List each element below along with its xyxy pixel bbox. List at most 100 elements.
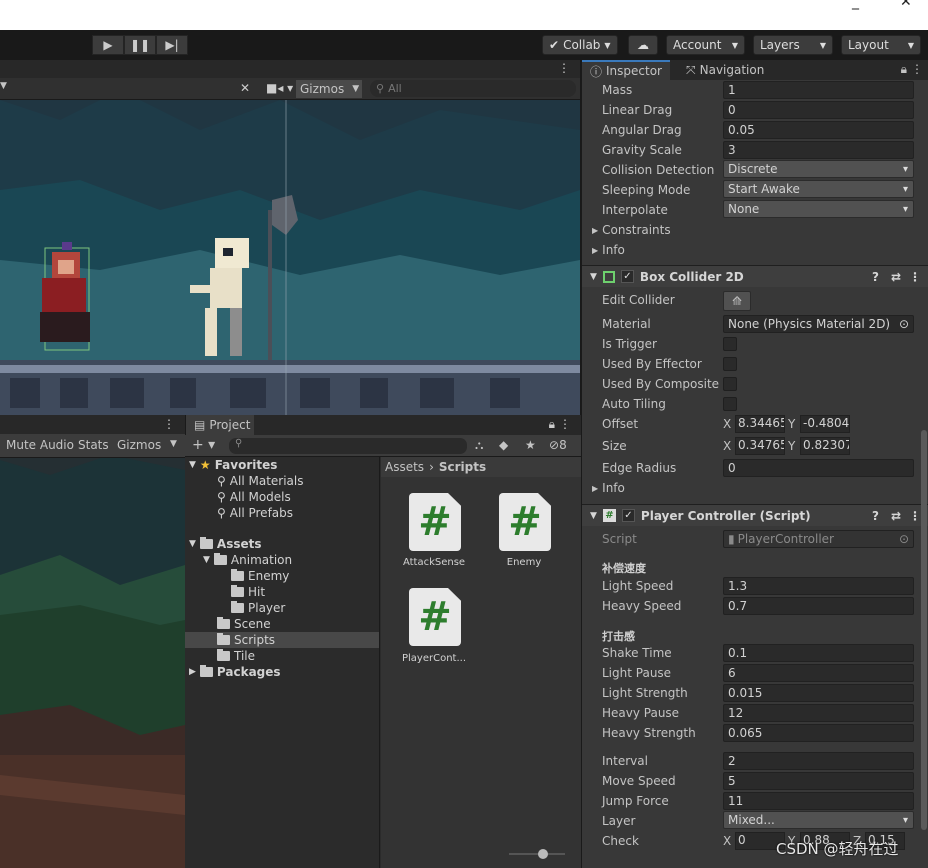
pause-button[interactable]: ❚❚ bbox=[124, 35, 156, 55]
material-field[interactable]: None (Physics Material 2D) ⊙ bbox=[723, 315, 914, 333]
tab-navigation[interactable]: ⤧ Navigation bbox=[678, 60, 772, 80]
sleeping-mode-dropdown[interactable]: Start Awake bbox=[723, 180, 914, 198]
collision-detection-dropdown[interactable]: Discrete bbox=[723, 160, 914, 178]
constraints-foldout[interactable]: ▶ Constraints bbox=[592, 220, 671, 240]
minimize-button[interactable]: _ bbox=[852, 0, 859, 10]
offset-x-field[interactable]: 8.34465 bbox=[735, 415, 785, 433]
inspector-scrollbar[interactable] bbox=[921, 430, 927, 830]
hidden-packages-button[interactable]: ⊘8 bbox=[549, 438, 567, 452]
tree-player[interactable]: Player bbox=[231, 600, 285, 616]
more-options-icon[interactable]: ⋮ bbox=[909, 270, 921, 284]
breadcrumb-scripts[interactable]: Scripts bbox=[439, 460, 486, 474]
light-speed-field[interactable]: 1.3 bbox=[723, 577, 914, 595]
lock-icon[interactable]: 🔒︎ bbox=[901, 62, 907, 77]
tree-animation[interactable]: ▼ Animation bbox=[203, 552, 292, 568]
linear-drag-field[interactable]: 0 bbox=[723, 101, 914, 119]
file-enemy[interactable]: Enemy bbox=[479, 557, 569, 568]
edge-radius-field[interactable]: 0 bbox=[723, 459, 914, 477]
tab-inspector[interactable]: ⓘ Inspector bbox=[582, 60, 670, 80]
offset-y[interactable]: Y -0.4804 bbox=[788, 415, 850, 433]
collab-button[interactable]: ✔ Collab ▼ bbox=[542, 35, 618, 55]
file-playercontroller[interactable]: PlayerCont... bbox=[389, 653, 479, 664]
auto-tiling-checkbox[interactable] bbox=[723, 397, 737, 411]
angular-drag-field[interactable]: 0.05 bbox=[723, 121, 914, 139]
size-x-field[interactable]: 0.34765 bbox=[735, 437, 785, 455]
size-y-field[interactable]: 0.82307 bbox=[800, 437, 850, 455]
zoom-slider[interactable] bbox=[509, 853, 565, 855]
help-icon[interactable]: ? bbox=[872, 509, 879, 523]
tree-favorites[interactable]: ▼ ★ Favorites bbox=[189, 457, 277, 473]
preset-icon[interactable]: ⇄ bbox=[891, 509, 901, 523]
tree-hit[interactable]: Hit bbox=[231, 584, 265, 600]
chevron-down-icon[interactable]: ▼ bbox=[170, 439, 177, 449]
favorite-icon[interactable]: ★ bbox=[525, 438, 536, 452]
enabled-checkbox[interactable]: ✓ bbox=[620, 270, 634, 283]
camera-icon[interactable]: ■◂ ▾ bbox=[266, 81, 293, 95]
enabled-checkbox[interactable]: ✓ bbox=[621, 509, 635, 522]
tools-icon[interactable]: ✕ bbox=[240, 81, 250, 95]
close-button[interactable]: ✕ bbox=[900, 0, 912, 10]
tree-packages[interactable]: ▶ Packages bbox=[189, 664, 281, 680]
light-pause-field[interactable]: 6 bbox=[723, 664, 914, 682]
more-options-icon[interactable]: ⋮ bbox=[909, 509, 921, 523]
cloud-button[interactable]: ☁ bbox=[628, 35, 658, 55]
filter-by-type-icon[interactable]: ⛬ bbox=[475, 438, 483, 453]
tree-all-materials[interactable]: ⚲ All Materials bbox=[217, 473, 304, 489]
chevron-down-icon[interactable]: ▼ bbox=[0, 81, 7, 91]
box-collider-header[interactable]: ▼ ✓ Box Collider 2D ? ⇄ ⋮ bbox=[582, 265, 928, 287]
project-search-input[interactable]: ⚲ bbox=[229, 438, 467, 454]
label-icon[interactable]: ◆ bbox=[499, 438, 508, 452]
mass-field[interactable]: 1 bbox=[723, 81, 914, 99]
tree-scene[interactable]: Scene bbox=[217, 616, 271, 632]
tree-all-prefabs[interactable]: ⚲ All Prefabs bbox=[217, 505, 293, 521]
scene-search-input[interactable]: ⚲ All bbox=[370, 80, 576, 97]
is-trigger-checkbox[interactable] bbox=[723, 337, 737, 351]
tree-enemy[interactable]: Enemy bbox=[231, 568, 289, 584]
jump-force-field[interactable]: 11 bbox=[723, 792, 914, 810]
gravity-scale-field[interactable]: 3 bbox=[723, 141, 914, 159]
mute-audio-button[interactable]: Mute Audio bbox=[6, 438, 74, 452]
more-options-icon[interactable]: ⋮ bbox=[558, 61, 570, 75]
preset-icon[interactable]: ⇄ bbox=[891, 270, 901, 284]
size-y[interactable]: Y 0.82307 bbox=[788, 437, 850, 455]
tree-scripts[interactable]: Scripts bbox=[185, 632, 379, 648]
help-icon[interactable]: ? bbox=[872, 270, 879, 284]
scene-view[interactable] bbox=[0, 60, 580, 415]
lock-icon[interactable]: 🔒︎ bbox=[549, 417, 555, 432]
offset-x[interactable]: X 8.34465 bbox=[723, 415, 785, 433]
game-view[interactable] bbox=[0, 415, 185, 868]
layer-dropdown[interactable]: Mixed... bbox=[723, 811, 914, 829]
script-file-icon[interactable]: # bbox=[409, 493, 461, 551]
more-options-icon[interactable]: ⋮ bbox=[163, 417, 175, 431]
offset-y-field[interactable]: -0.4804 bbox=[800, 415, 850, 433]
breadcrumb-assets[interactable]: Assets bbox=[385, 460, 424, 474]
interpolate-dropdown[interactable]: None bbox=[723, 200, 914, 218]
tree-assets[interactable]: ▼ Assets bbox=[189, 536, 262, 552]
account-dropdown[interactable]: Account ▼ bbox=[666, 35, 745, 55]
layout-dropdown[interactable]: Layout ▼ bbox=[841, 35, 921, 55]
object-picker-icon[interactable]: ⊙ bbox=[899, 317, 909, 331]
file-attacksense[interactable]: AttackSense bbox=[389, 557, 479, 568]
player-controller-header[interactable]: ▼ # ✓ Player Controller (Script) ? ⇄ ⋮ bbox=[582, 504, 928, 526]
used-by-effector-checkbox[interactable] bbox=[723, 357, 737, 371]
edit-collider-button[interactable]: ⟰ bbox=[723, 291, 751, 311]
used-by-composite-checkbox[interactable] bbox=[723, 377, 737, 391]
heavy-strength-field[interactable]: 0.065 bbox=[723, 724, 914, 742]
game-gizmos-button[interactable]: Gizmos bbox=[117, 438, 161, 452]
step-button[interactable]: ▶| bbox=[156, 35, 188, 55]
move-speed-field[interactable]: 5 bbox=[723, 772, 914, 790]
rigidbody-info-foldout[interactable]: ▶ Info bbox=[592, 240, 625, 260]
more-options-icon[interactable]: ⋮ bbox=[559, 417, 571, 431]
play-button[interactable]: ▶ bbox=[92, 35, 124, 55]
interval-field[interactable]: 2 bbox=[723, 752, 914, 770]
heavy-speed-field[interactable]: 0.7 bbox=[723, 597, 914, 615]
tree-tile[interactable]: Tile bbox=[217, 648, 255, 664]
light-strength-field[interactable]: 0.015 bbox=[723, 684, 914, 702]
layers-dropdown[interactable]: Layers ▼ bbox=[753, 35, 833, 55]
create-button[interactable]: + ▾ bbox=[192, 437, 215, 453]
script-file-icon[interactable]: # bbox=[499, 493, 551, 551]
heavy-pause-field[interactable]: 12 bbox=[723, 704, 914, 722]
tab-project[interactable]: ▤ Project bbox=[186, 415, 254, 435]
stats-button[interactable]: Stats bbox=[78, 438, 109, 452]
tree-all-models[interactable]: ⚲ All Models bbox=[217, 489, 291, 505]
